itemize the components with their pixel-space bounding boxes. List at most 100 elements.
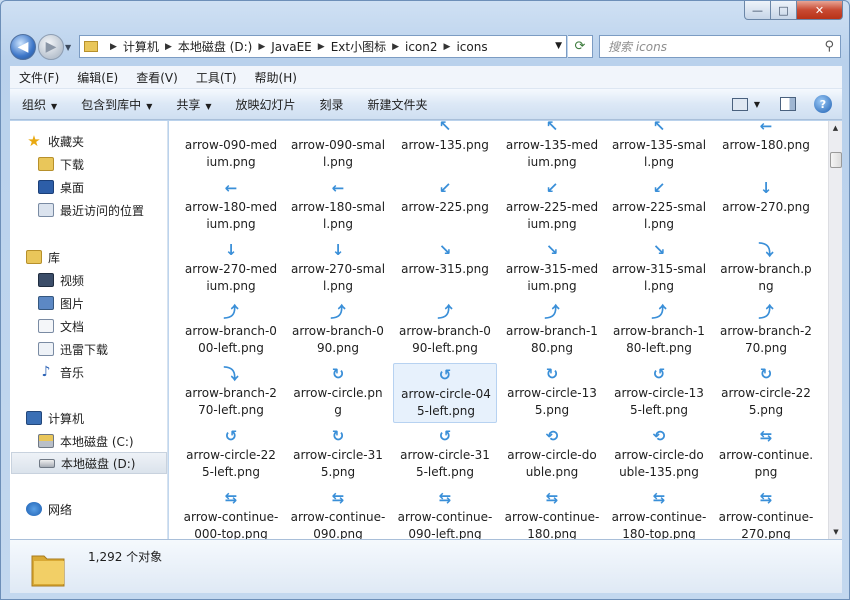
sidebar-item-pictures[interactable]: 图片 xyxy=(38,292,167,314)
file-item[interactable]: ↓ arrow-270-smal l.png xyxy=(286,239,390,299)
file-item[interactable]: ↘ arrow-315.png xyxy=(393,239,497,299)
minimize-button[interactable]: — xyxy=(744,1,771,20)
slideshow-button[interactable]: 放映幻灯片 xyxy=(224,96,308,113)
chevron-right-icon[interactable]: ▶ xyxy=(392,42,399,52)
libraries-icon xyxy=(26,250,42,264)
file-item[interactable]: ⇆ arrow-continue- 090-left.png xyxy=(393,487,497,539)
scrollbar-thumb[interactable] xyxy=(830,152,842,168)
file-item[interactable]: ↙ arrow-225-med ium.png xyxy=(500,177,604,237)
file-item[interactable]: ⤴ arrow-branch-2 70.png xyxy=(714,301,818,361)
file-item[interactable]: ⤴ arrow-branch-1 80.png xyxy=(500,301,604,361)
file-item[interactable]: ⇆ arrow-continue- 270.png xyxy=(714,487,818,539)
sidebar-item-thunder-downloads[interactable]: 迅雷下载 xyxy=(38,338,167,360)
file-item[interactable]: ⤴ arrow-branch-1 80-left.png xyxy=(607,301,711,361)
sidebar-item-documents[interactable]: 文档 xyxy=(38,315,167,337)
burn-button[interactable]: 刻录 xyxy=(308,96,356,113)
breadcrumb-icons[interactable]: icons xyxy=(456,40,487,54)
file-item[interactable]: ⇆ arrow-continue. png xyxy=(714,425,818,485)
include-in-library-button[interactable]: 包含到库中 ▼ xyxy=(69,96,164,113)
address-bar[interactable]: ▶ 计算机 ▶ 本地磁盘 (D:) ▶ JavaEE ▶ Ext小图标 ▶ ic… xyxy=(79,35,567,58)
vertical-scrollbar[interactable]: ▲ ▼ xyxy=(828,121,842,539)
file-item[interactable]: ← arrow-180-smal l.png xyxy=(286,177,390,237)
file-item[interactable]: ↖ arrow-135-smal l.png xyxy=(607,121,711,175)
recent-pages-dropdown-icon[interactable]: ▼ xyxy=(65,43,71,52)
file-item[interactable]: ⤴ arrow-branch-0 00-left.png xyxy=(179,301,283,361)
breadcrumb-ext-icons[interactable]: Ext小图标 xyxy=(331,38,386,55)
file-item[interactable]: ⟲ arrow-circle-do uble.png xyxy=(500,425,604,485)
chevron-right-icon[interactable]: ▶ xyxy=(444,42,451,52)
file-item[interactable]: ⟲ arrow-circle-do uble-135.png xyxy=(607,425,711,485)
file-name: arrow-continue- xyxy=(183,510,279,524)
sidebar-item-computer[interactable]: 计算机 xyxy=(26,407,167,429)
refresh-button[interactable]: ⟳ xyxy=(568,35,593,58)
file-item[interactable]: ↺ arrow-circle-04 5-left.png xyxy=(393,363,497,423)
menu-help[interactable]: 帮助(H) xyxy=(246,69,306,86)
forward-button[interactable]: ▶ xyxy=(38,34,64,60)
sidebar-item-drive-d[interactable]: 本地磁盘 (D:) xyxy=(11,452,167,474)
file-item[interactable]: arrow-090-smal l.png xyxy=(286,121,390,175)
chevron-right-icon[interactable]: ▶ xyxy=(110,42,117,52)
breadcrumb-javaee[interactable]: JavaEE xyxy=(271,40,312,54)
file-item[interactable]: ⤴ arrow-branch-0 90-left.png xyxy=(393,301,497,361)
file-item[interactable]: ↻ arrow-circle-22 5.png xyxy=(714,363,818,423)
scroll-up-arrow-icon[interactable]: ▲ xyxy=(829,121,842,135)
change-view-icon[interactable] xyxy=(731,97,748,111)
file-item[interactable]: ↖ arrow-135-med ium.png xyxy=(500,121,604,175)
chevron-right-icon[interactable]: ▶ xyxy=(318,42,325,52)
breadcrumb-computer[interactable]: 计算机 xyxy=(123,38,159,55)
file-item[interactable]: ↙ arrow-225-smal l.png xyxy=(607,177,711,237)
organize-button[interactable]: 组织 ▼ xyxy=(10,96,69,113)
sidebar-item-recent-places[interactable]: 最近访问的位置 xyxy=(38,199,167,221)
sidebar-item-downloads[interactable]: 下载 xyxy=(38,153,167,175)
help-icon[interactable]: ? xyxy=(814,95,832,113)
share-button[interactable]: 共享 ▼ xyxy=(164,96,223,113)
file-item[interactable]: ⇆ arrow-continue- 180.png xyxy=(500,487,604,539)
menu-file[interactable]: 文件(F) xyxy=(10,69,68,86)
file-item[interactable]: ⤵ arrow-branch.p ng xyxy=(714,239,818,299)
menu-view[interactable]: 查看(V) xyxy=(127,69,187,86)
sidebar-item-desktop[interactable]: 桌面 xyxy=(38,176,167,198)
address-history-dropdown-icon[interactable]: ▼ xyxy=(555,41,562,51)
menu-tools[interactable]: 工具(T) xyxy=(187,69,246,86)
file-item[interactable]: ↘ arrow-315-med ium.png xyxy=(500,239,604,299)
file-item[interactable]: ↘ arrow-315-smal l.png xyxy=(607,239,711,299)
preview-pane-icon[interactable] xyxy=(780,97,796,111)
file-item[interactable]: arrow-090-med ium.png xyxy=(179,121,283,175)
breadcrumb-icon2[interactable]: icon2 xyxy=(405,40,438,54)
menu-edit[interactable]: 编辑(E) xyxy=(68,69,127,86)
sidebar-item-videos[interactable]: 视频 xyxy=(38,269,167,291)
chevron-right-icon[interactable]: ▶ xyxy=(258,42,265,52)
file-item[interactable]: ↙ arrow-225.png xyxy=(393,177,497,237)
file-item[interactable]: ↓ arrow-270-med ium.png xyxy=(179,239,283,299)
breadcrumb-drive-d[interactable]: 本地磁盘 (D:) xyxy=(178,38,252,55)
file-item[interactable]: ⇆ arrow-continue- 000-top.png xyxy=(179,487,283,539)
file-item[interactable]: ⇆ arrow-continue- 180-top.png xyxy=(607,487,711,539)
file-item[interactable]: ↻ arrow-circle.pn g xyxy=(286,363,390,423)
scroll-down-arrow-icon[interactable]: ▼ xyxy=(829,525,843,539)
new-folder-button[interactable]: 新建文件夹 xyxy=(356,96,440,113)
file-item[interactable]: ↖ arrow-135.png xyxy=(393,121,497,175)
sidebar-item-drive-c[interactable]: 本地磁盘 (C:) xyxy=(38,430,167,452)
file-item[interactable]: ← arrow-180-med ium.png xyxy=(179,177,283,237)
back-button[interactable]: ◀ xyxy=(10,34,36,60)
search-input[interactable]: 搜索 icons ⚲ xyxy=(599,35,841,58)
file-item[interactable]: ⤴ arrow-branch-0 90.png xyxy=(286,301,390,361)
file-item[interactable]: ⇆ arrow-continue- 090.png xyxy=(286,487,390,539)
file-item[interactable]: ↺ arrow-circle-31 5-left.png xyxy=(393,425,497,485)
chevron-right-icon[interactable]: ▶ xyxy=(165,42,172,52)
file-item[interactable]: ↺ arrow-circle-22 5-left.png xyxy=(179,425,283,485)
file-item[interactable]: ↺ arrow-circle-13 5-left.png xyxy=(607,363,711,423)
file-item[interactable]: ⤵ arrow-branch-2 70-left.png xyxy=(179,363,283,423)
maximize-button[interactable]: □ xyxy=(771,1,797,20)
file-item[interactable]: ↻ arrow-circle-31 5.png xyxy=(286,425,390,485)
file-item[interactable]: ← arrow-180.png xyxy=(714,121,818,175)
file-item[interactable]: ↓ arrow-270.png xyxy=(714,177,818,237)
sidebar-item-network[interactable]: 网络 xyxy=(26,498,167,520)
search-icon[interactable]: ⚲ xyxy=(824,39,834,54)
close-button[interactable]: ✕ xyxy=(797,1,843,20)
sidebar-item-music[interactable]: ♪ 音乐 xyxy=(38,361,167,383)
view-options-dropdown-icon[interactable]: ▼ xyxy=(754,100,760,109)
sidebar-item-libraries[interactable]: 库 xyxy=(26,246,167,268)
file-item[interactable]: ↻ arrow-circle-13 5.png xyxy=(500,363,604,423)
sidebar-item-favorites[interactable]: ★ 收藏夹 xyxy=(26,130,167,152)
